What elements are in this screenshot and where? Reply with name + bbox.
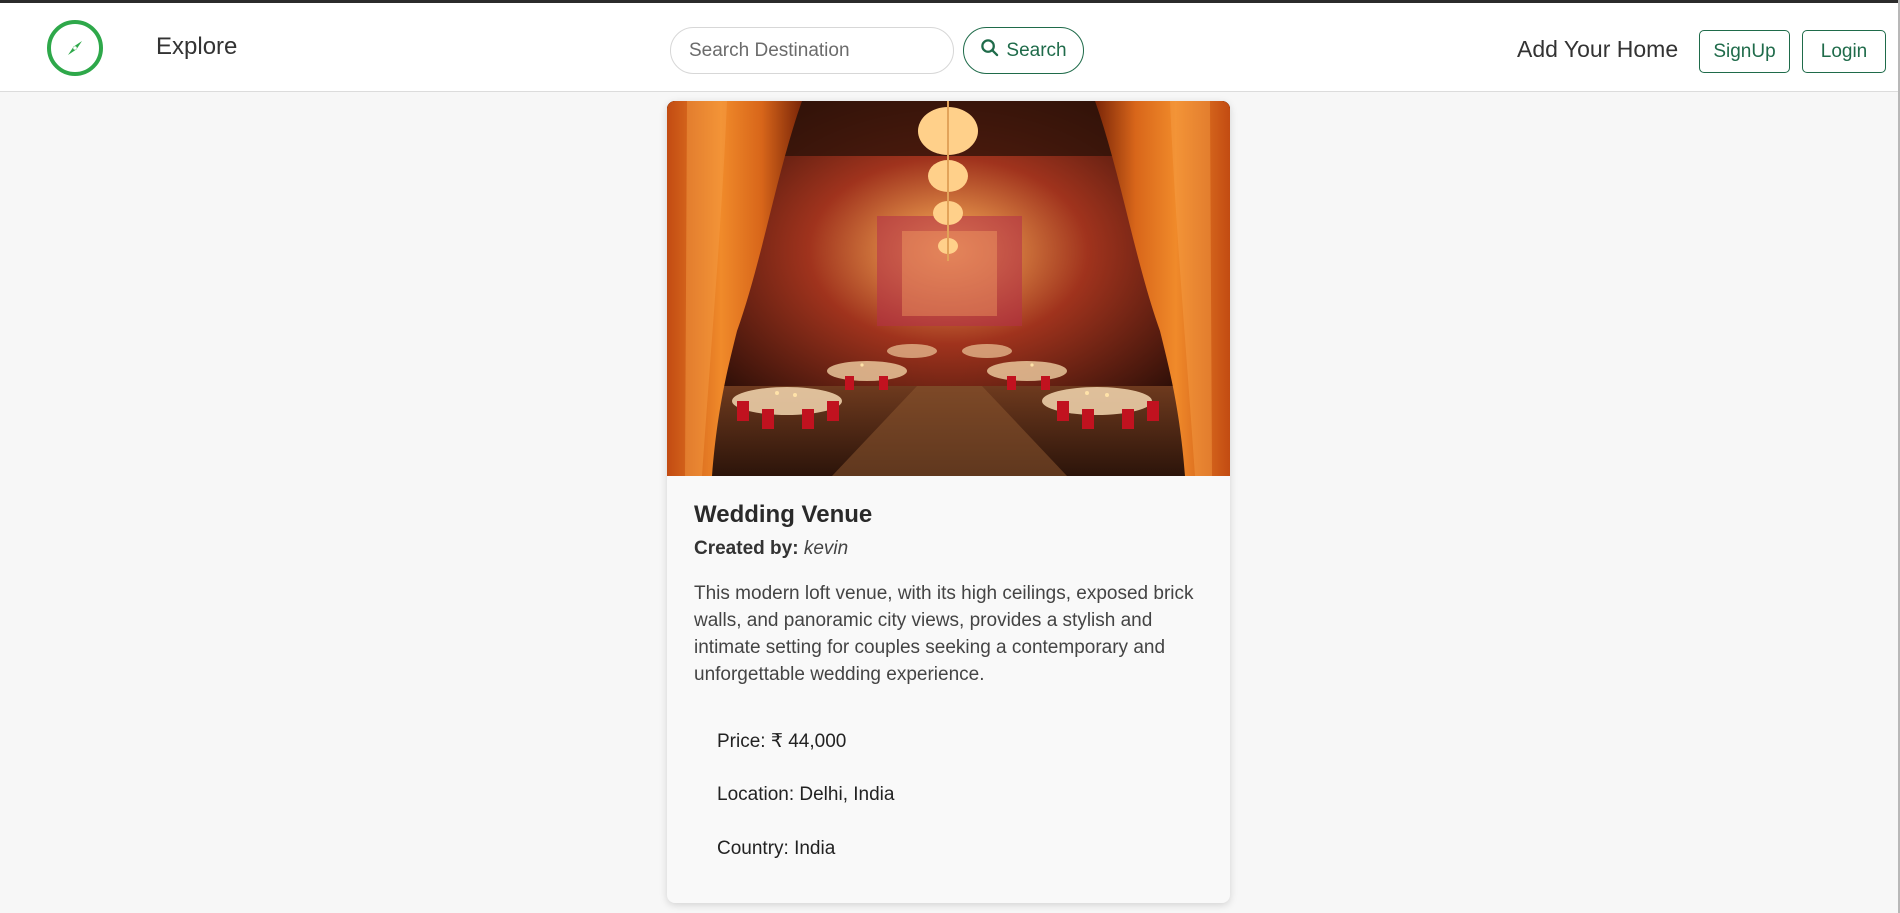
nav-explore-link[interactable]: Explore — [156, 33, 237, 61]
created-by-label: Created by: — [694, 538, 799, 559]
search-icon — [980, 38, 999, 63]
navbar: Explore Search Add Your Home SignUp Logi… — [0, 3, 1900, 92]
search-button-label: Search — [1006, 39, 1067, 61]
listing-title: Wedding Venue — [694, 501, 873, 528]
search-button[interactable]: Search — [963, 27, 1084, 74]
listing-card: Wedding Venue Created by: kevin This mod… — [667, 101, 1230, 903]
listing-description: This modern loft venue, with its high ce… — [694, 583, 1194, 685]
listing-image — [667, 101, 1230, 476]
add-your-home-link[interactable]: Add Your Home — [1517, 36, 1678, 63]
created-by-line: Created by: kevin — [694, 538, 848, 560]
login-button[interactable]: Login — [1802, 30, 1886, 73]
listing-price: Price: ₹ 44,000 — [717, 731, 847, 752]
search-destination-input[interactable] — [670, 27, 954, 74]
listing-location: Location: Delhi, India — [717, 784, 895, 805]
compass-icon[interactable] — [47, 20, 103, 76]
listing-country: Country: India — [717, 838, 836, 859]
created-by-user: kevin — [803, 538, 849, 559]
signup-button[interactable]: SignUp — [1699, 30, 1790, 73]
